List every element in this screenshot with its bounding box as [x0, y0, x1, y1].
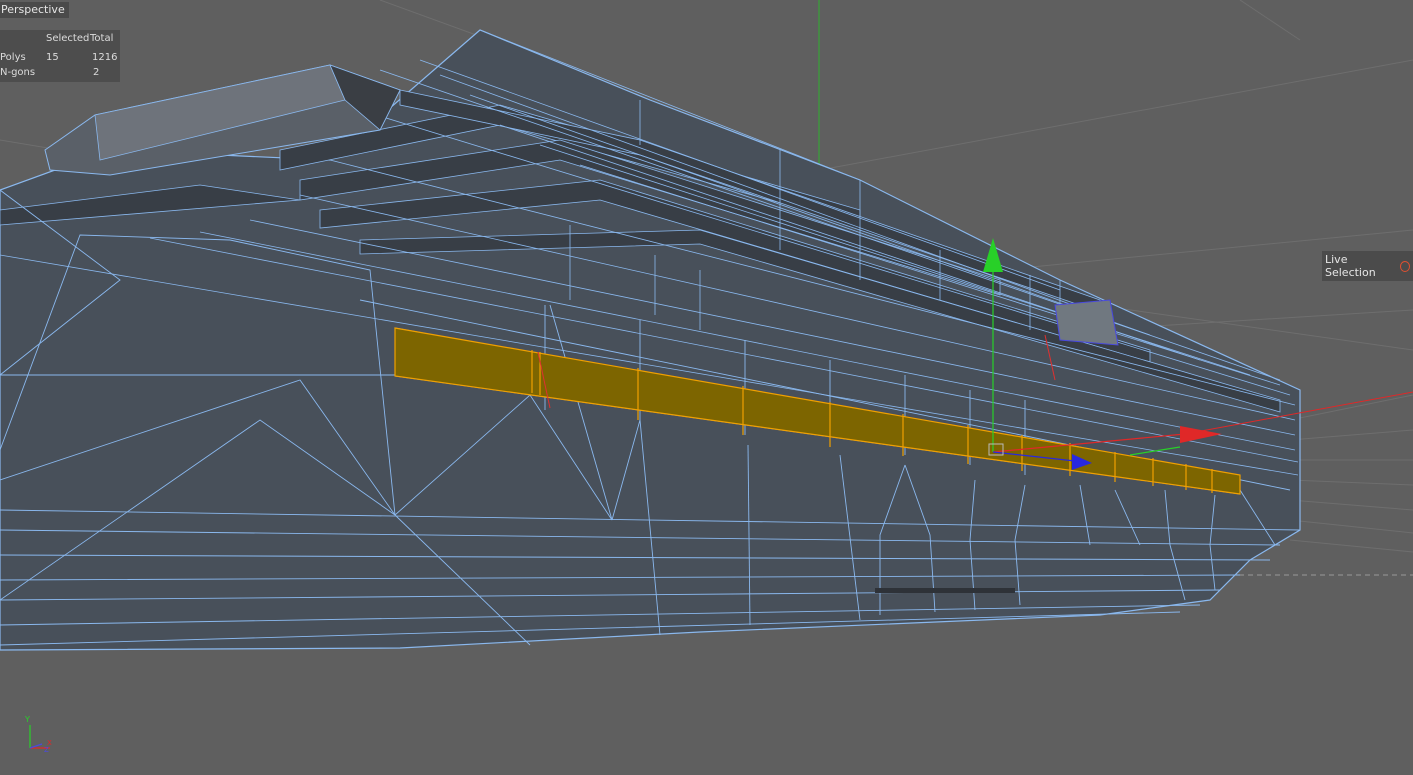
- view-name-label[interactable]: Perspective: [0, 2, 69, 18]
- stern-box: [1054, 299, 1119, 346]
- 3d-viewport[interactable]: Y X Z Perspective Selected Total Polys 1…: [0, 0, 1413, 775]
- active-tool-indicator: Live Selection: [1322, 251, 1413, 281]
- hud-row-total: 2: [93, 67, 100, 78]
- hud-header-total: Total: [90, 33, 114, 44]
- hud-header-selected: Selected: [46, 33, 90, 44]
- hud-row-total: 1216: [92, 52, 118, 63]
- hull-slot: [875, 588, 1015, 593]
- viewport-canvas[interactable]: Y X Z: [0, 0, 1413, 775]
- axis-z-label: Z: [44, 746, 49, 754]
- hud-row-label: N-gons: [0, 67, 36, 78]
- axis-indicator: Y X Z: [24, 715, 52, 754]
- axis-y-label: Y: [24, 715, 30, 724]
- selection-info-hud: Selected Total Polys 15 1216 N-gons 2: [0, 30, 120, 82]
- active-tool-label: Live Selection: [1325, 253, 1376, 279]
- hud-row-selected: 15: [46, 52, 59, 63]
- hud-row-label: Polys: [0, 52, 26, 63]
- selection-ring-icon: [1399, 260, 1410, 272]
